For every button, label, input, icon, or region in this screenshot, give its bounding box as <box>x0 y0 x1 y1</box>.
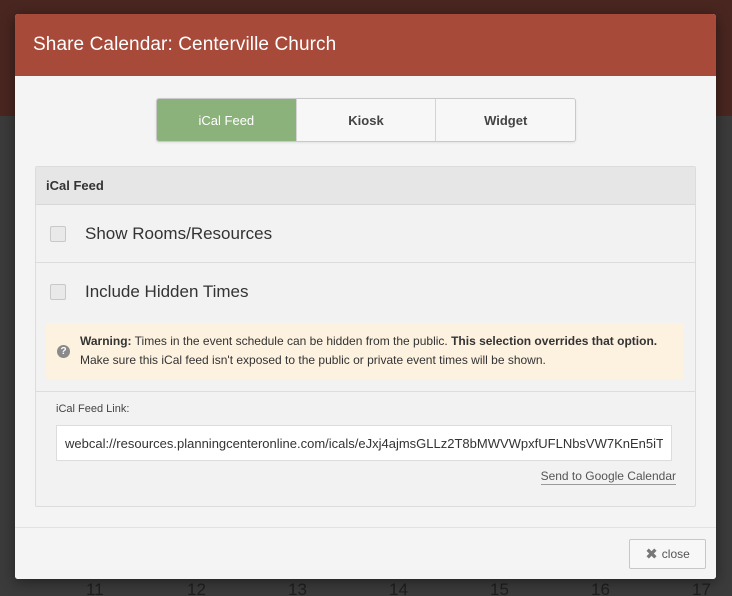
share-type-tabs: iCal Feed Kiosk Widget <box>156 98 576 142</box>
calendar-day: 14 <box>389 580 408 596</box>
option-label: Show Rooms/Resources <box>85 223 273 243</box>
modal-body: iCal Feed Kiosk Widget iCal Feed Show Ro… <box>15 76 716 527</box>
option-include-hidden-times[interactable]: Include Hidden Times <box>36 263 695 320</box>
calendar-day: 12 <box>187 580 206 596</box>
panel-heading: iCal Feed <box>36 167 695 205</box>
tab-ical-feed[interactable]: iCal Feed <box>157 99 296 141</box>
ical-feed-panel: iCal Feed Show Rooms/Resources Include H… <box>35 166 696 507</box>
share-calendar-modal: Share Calendar: Centerville Church iCal … <box>15 14 716 579</box>
show-rooms-resources-checkbox[interactable] <box>50 225 66 242</box>
feed-link-section: iCal Feed Link: Send to Google Calendar <box>36 391 695 507</box>
close-x-icon: ✖ <box>645 545 658 563</box>
warning-text-part: Make sure this iCal feed isn't exposed t… <box>80 353 546 367</box>
tab-kiosk[interactable]: Kiosk <box>295 99 436 141</box>
warning-text: Warning: Times in the event schedule can… <box>80 332 676 370</box>
calendar-day: 13 <box>288 580 307 596</box>
feed-link-input[interactable] <box>56 425 672 461</box>
tab-widget[interactable]: Widget <box>435 99 575 141</box>
option-show-rooms-resources[interactable]: Show Rooms/Resources <box>36 205 695 263</box>
question-circle-icon: ? <box>57 345 70 358</box>
send-to-google-calendar-link[interactable]: Send to Google Calendar <box>540 469 676 485</box>
modal-footer: ✖ close <box>15 527 716 579</box>
close-button-label: close <box>661 547 690 561</box>
modal-header: Share Calendar: Centerville Church <box>15 14 716 76</box>
close-button[interactable]: ✖ close <box>629 539 706 569</box>
option-label: Include Hidden Times <box>85 281 249 301</box>
warning-emphasis: This selection overrides that option. <box>451 334 658 348</box>
modal-title: Share Calendar: Centerville Church <box>33 34 337 55</box>
warning-lead: Warning: <box>80 334 132 348</box>
calendar-day-numbers: 11 12 13 14 15 16 17 <box>0 578 732 596</box>
warning-text-part: Times in the event schedule can be hidde… <box>131 334 452 348</box>
calendar-day: 11 <box>86 580 104 596</box>
include-hidden-times-checkbox[interactable] <box>50 283 66 300</box>
calendar-day: 16 <box>591 580 610 596</box>
calendar-day: 17 <box>692 580 711 596</box>
feed-link-label: iCal Feed Link: <box>56 403 130 415</box>
warning-alert: ? Warning: Times in the event schedule c… <box>46 323 683 379</box>
calendar-day: 15 <box>490 580 509 596</box>
